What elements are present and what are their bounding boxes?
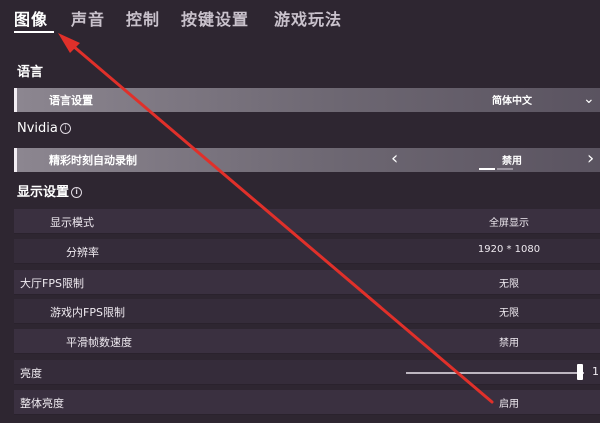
annotation-arrow-line: [64, 38, 494, 404]
annotation-arrow: [58, 33, 494, 404]
